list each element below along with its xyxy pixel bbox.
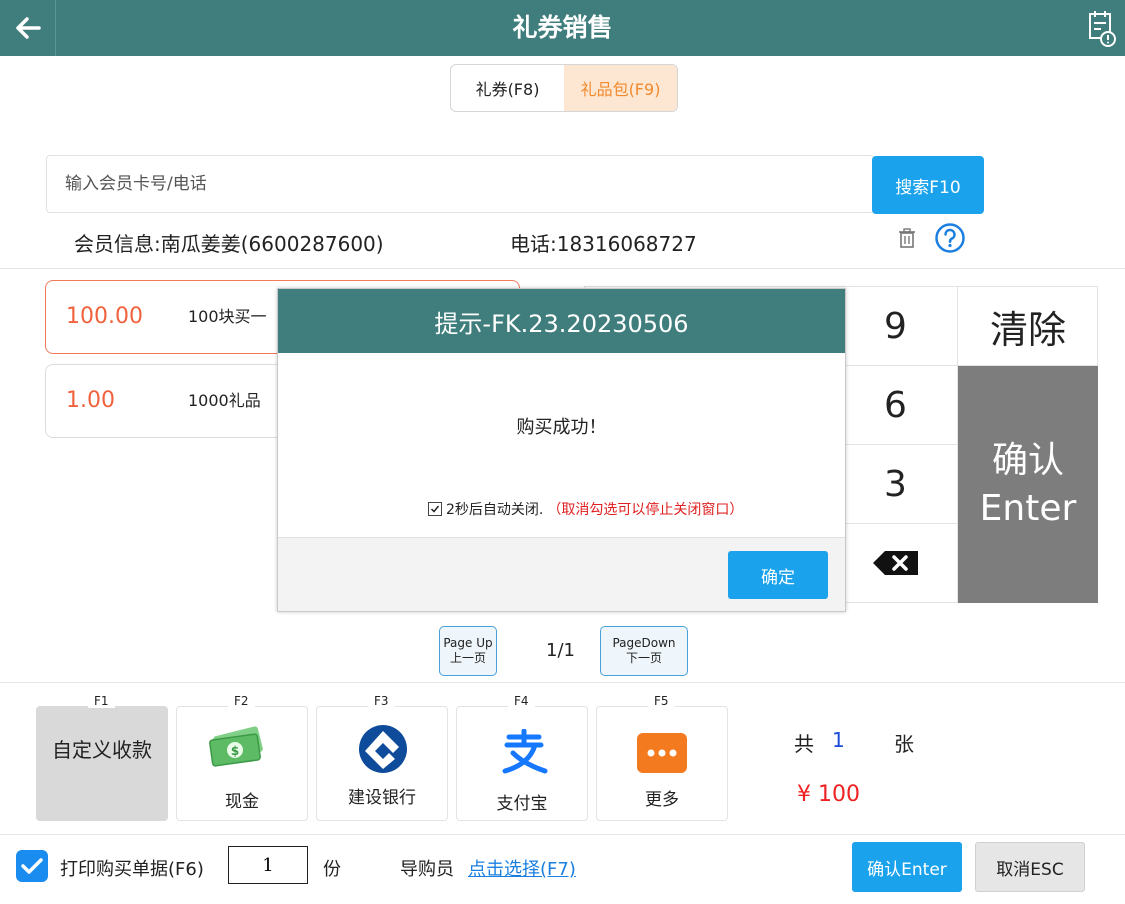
more-icon	[637, 733, 687, 773]
auto-close-label: 2秒后自动关闭.	[446, 502, 544, 518]
member-phone: 电话:18316068727	[510, 232, 697, 256]
pay-more-label: 更多	[645, 790, 679, 810]
pay-key-f3: F3	[368, 694, 395, 708]
print-receipt-label: 打印购买单据(F6)	[60, 859, 204, 880]
alipay-icon	[502, 729, 548, 774]
key-clear[interactable]: 清除	[958, 287, 1098, 366]
back-button[interactable]	[0, 0, 56, 56]
total-count: 1	[832, 728, 845, 752]
dialog-message: 购买成功！	[516, 417, 607, 438]
pay-cash-label: 现金	[225, 792, 259, 812]
dialog-footer: 确定	[278, 537, 845, 611]
calendar-clock-icon[interactable]	[1087, 8, 1117, 52]
pay-ccb-label: 建设银行	[348, 788, 416, 808]
divider	[0, 834, 1125, 835]
auto-close-option: 2秒后自动关闭. （取消勾选可以停止关闭窗口）	[428, 499, 743, 519]
pay-custom-label: 自定义收款	[52, 738, 152, 762]
page-down-line2: 下一页	[625, 651, 662, 665]
key-enter-line1: 确认	[991, 439, 1064, 481]
search-button[interactable]: 搜索F10	[872, 156, 984, 214]
ccb-bank-icon	[359, 725, 407, 773]
total-unit: 张	[894, 732, 914, 756]
tab-gift-package[interactable]: 礼品包(F9)	[564, 65, 677, 111]
pay-key-f1: F1	[88, 694, 115, 708]
page-down-button[interactable]: PageDown 下一页	[600, 626, 688, 676]
help-icon[interactable]	[934, 222, 966, 258]
pay-alipay-label: 支付宝	[496, 794, 548, 814]
check-icon	[21, 858, 43, 874]
member-search-input[interactable]	[65, 156, 855, 212]
prompt-dialog: 提示-FK.23.20230506 购买成功！ 2秒后自动关闭. （取消勾选可以…	[277, 288, 846, 612]
total-amount: ¥ 100	[797, 782, 860, 807]
guide-label: 导购员	[400, 859, 454, 880]
divider	[0, 682, 1125, 683]
page-down-line1: PageDown	[612, 636, 676, 650]
app-header: 礼券销售	[0, 0, 1125, 56]
arrow-left-icon	[15, 17, 41, 39]
item-name: 100块买一	[188, 307, 267, 326]
divider	[0, 268, 1125, 269]
copies-unit: 份	[323, 859, 341, 880]
key-6[interactable]: 6	[834, 366, 958, 445]
pay-key-f2: F2	[228, 694, 255, 708]
dialog-ok-button[interactable]: 确定	[728, 551, 828, 599]
pay-custom-button[interactable]: 自定义收款	[36, 706, 168, 821]
pay-more-button[interactable]: 更多	[596, 706, 728, 821]
page-title: 礼券销售	[512, 13, 613, 42]
key-enter[interactable]: 确认 Enter	[958, 366, 1098, 603]
search-box	[46, 155, 874, 213]
page-up-line1: Page Up	[443, 636, 493, 650]
confirm-button[interactable]: 确认Enter	[852, 842, 962, 892]
key-enter-line2: Enter	[979, 487, 1077, 529]
pay-key-f5: F5	[648, 694, 675, 708]
key-3[interactable]: 3	[834, 445, 958, 524]
page-up-line2: 上一页	[449, 651, 486, 665]
backspace-icon	[872, 551, 918, 575]
tab-bar: 礼券(F8) 礼品包(F9)	[450, 64, 678, 112]
print-receipt-checkbox[interactable]	[16, 850, 48, 882]
pay-cash-button[interactable]: $ 现金	[176, 706, 308, 821]
pay-alipay-button[interactable]: 支付宝	[456, 706, 588, 821]
key-backspace[interactable]	[834, 524, 958, 603]
page-up-button[interactable]: Page Up 上一页	[439, 626, 497, 676]
page-indicator: 1/1	[546, 640, 575, 661]
total-count-label: 共	[794, 732, 814, 756]
item-price: 1.00	[66, 388, 115, 413]
member-info: 会员信息:南瓜姜姜(6600287600)	[74, 232, 384, 256]
cancel-button[interactable]: 取消ESC	[975, 842, 1085, 892]
pay-key-f4: F4	[508, 694, 535, 708]
item-price: 100.00	[66, 304, 143, 329]
auto-close-hint: （取消勾选可以停止关闭窗口）	[547, 502, 744, 518]
trash-icon[interactable]	[896, 227, 918, 255]
svg-text:$: $	[231, 744, 239, 758]
check-icon	[430, 505, 440, 513]
cash-icon: $	[209, 726, 263, 767]
guide-select-link[interactable]: 点击选择(F7)	[468, 855, 576, 881]
key-9[interactable]: 9	[834, 287, 958, 366]
tab-coupon[interactable]: 礼券(F8)	[451, 65, 564, 111]
pay-ccb-button[interactable]: 建设银行	[316, 706, 448, 821]
item-name: 1000礼品	[188, 391, 261, 410]
copies-input[interactable]	[228, 846, 308, 884]
dialog-title: 提示-FK.23.20230506	[278, 289, 845, 353]
auto-close-checkbox[interactable]	[428, 502, 442, 516]
